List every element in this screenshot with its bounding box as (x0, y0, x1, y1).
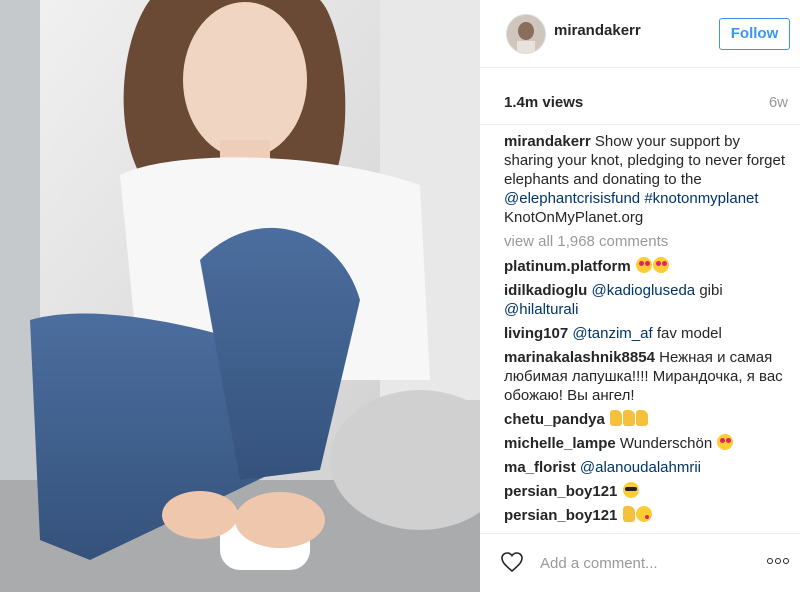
comment-username[interactable]: living107 (504, 325, 568, 342)
comment-username[interactable]: michelle_lampe (504, 435, 616, 452)
add-comment-input[interactable] (538, 549, 752, 577)
kiss-emoji-icon (635, 506, 652, 522)
post-age[interactable]: 6w (769, 94, 788, 111)
sunglasses-emoji-icon (622, 482, 639, 498)
thumbs-up-emoji-icon (636, 410, 649, 426)
comment-item: marinakalashnik8854 Нежная и самая любим… (504, 348, 790, 405)
thumbs-up-emoji-icon (623, 410, 636, 426)
view-count: 1.4m views (504, 94, 584, 111)
avatar[interactable] (506, 14, 546, 54)
instagram-post: mirandakerr Follow 1.4m views 6w miranda… (0, 0, 800, 592)
thumbs-up-emoji-icon (622, 506, 635, 522)
comment-item: persian_boy121 (504, 506, 790, 525)
comment-username[interactable]: persian_boy121 (504, 507, 617, 524)
follow-button[interactable]: Follow (719, 18, 790, 50)
comment-mention[interactable]: @tanzim_af (572, 325, 652, 342)
caption-site: KnotOnMyPlanet.org (504, 209, 644, 226)
comment-username[interactable]: marinakalashnik8854 (504, 349, 655, 366)
avatar-image (507, 15, 545, 53)
caption-hashtag[interactable]: #knotonmyplanet (644, 190, 758, 207)
comment-username[interactable]: chetu_pandya (504, 411, 605, 428)
heart-eyes-emoji-icon (652, 257, 669, 273)
post-header: mirandakerr Follow (480, 0, 800, 68)
caption: mirandakerr Show your support by sharing… (504, 132, 790, 227)
comment-item: ma_florist @alanoudalahmrii (504, 458, 790, 477)
comment-text: Wunderschön (619, 435, 713, 452)
post-details-panel: mirandakerr Follow 1.4m views 6w miranda… (480, 0, 800, 592)
photo-illustration (0, 0, 480, 592)
post-username[interactable]: mirandakerr (554, 22, 641, 39)
comment-item: michelle_lampe Wunderschön (504, 434, 790, 453)
comment-footer (480, 533, 800, 592)
caption-mention[interactable]: @elephantcrisisfund (504, 190, 640, 207)
comment-mention[interactable]: @kadiogluseda (592, 282, 696, 299)
heart-eyes-emoji-icon (635, 257, 652, 273)
comment-username[interactable]: idilkadioglu (504, 282, 587, 299)
comment-item: chetu_pandya (504, 410, 790, 429)
comment-item: living107 @tanzim_af fav model (504, 324, 790, 343)
post-photo[interactable] (0, 0, 480, 592)
heart-icon[interactable] (500, 550, 524, 574)
comment-item: persian_boy121 (504, 482, 790, 501)
comments-section: mirandakerr Show your support by sharing… (504, 132, 790, 532)
comment-item: platinum.platform (504, 257, 790, 276)
caption-username[interactable]: mirandakerr (504, 133, 591, 150)
comment-text: fav model (656, 325, 722, 342)
more-options-icon[interactable] (766, 556, 790, 566)
comment-mention[interactable]: @alanoudalahmrii (580, 459, 701, 476)
heart-eyes-emoji-icon (717, 434, 734, 450)
comment-username[interactable]: platinum.platform (504, 258, 631, 275)
comment-item: idilkadioglu @kadiogluseda gibi @hilaltu… (504, 281, 790, 319)
comment-username[interactable]: persian_boy121 (504, 483, 617, 500)
comment-username[interactable]: ma_florist (504, 459, 576, 476)
comment-mention[interactable]: @hilalturali (504, 301, 578, 318)
comment-text: gibi (699, 282, 723, 299)
view-all-comments-link[interactable]: view all 1,968 comments (504, 232, 790, 251)
post-stats: 1.4m views 6w (480, 67, 800, 125)
thumbs-up-emoji-icon (610, 410, 623, 426)
